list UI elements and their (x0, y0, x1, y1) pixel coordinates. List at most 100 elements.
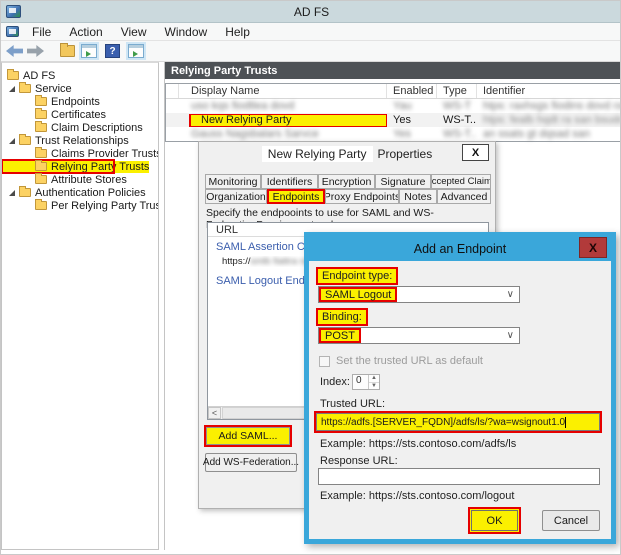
table-row-new-relying-party[interactable]: New Relying Party Yes WS-T... htps: feal… (166, 113, 621, 127)
folder-icon (19, 84, 31, 93)
tree-item-trust-relationships[interactable]: Trust Relationships (2, 134, 158, 147)
redacted-text: htps: fealb hqdt ra san bsudqnlb ... (477, 114, 621, 126)
endpoint-type-label: Endpoint type: (316, 267, 398, 285)
default-url-checkbox-label: Set the trusted URL as default (336, 355, 483, 367)
icon-column-header (166, 84, 179, 98)
folder-icon (35, 162, 47, 171)
toolbar: ? (1, 41, 621, 62)
redacted-text: Gauss Nagsbalars Sarvce (179, 128, 387, 140)
properties-title-suffix: Properties (378, 147, 433, 161)
properties-dialog-title: New Relying Party Properties (199, 142, 495, 166)
tab-signature[interactable]: Signature (375, 174, 431, 189)
endpoint-type-dropdown[interactable]: SAML Logout ∨ (318, 286, 520, 303)
add-saml-button[interactable]: Add SAML... (204, 425, 292, 447)
tab-endpoints[interactable]: Endpoints (267, 189, 325, 204)
redacted-text: uso kqs fiodtlea dovd (179, 100, 387, 112)
close-icon[interactable]: X (579, 237, 607, 258)
menu-action[interactable]: Action (60, 23, 111, 40)
new-window-icon[interactable] (128, 44, 144, 58)
menu-window[interactable]: Window (156, 23, 217, 40)
tab-accepted-claims[interactable]: Accepted Claims (431, 174, 491, 189)
response-url-input[interactable] (318, 468, 600, 485)
expanded-triangle-icon[interactable] (9, 86, 15, 92)
table-row[interactable]: Gauss Nagsbalars Sarvce Yes WS-T... an s… (166, 127, 621, 141)
chevron-down-icon: ∨ (507, 330, 514, 341)
close-icon[interactable]: X (462, 144, 489, 161)
ok-button[interactable]: OK (471, 510, 518, 531)
tree-item-certificates[interactable]: Certificates (2, 108, 158, 121)
export-list-icon[interactable] (60, 45, 75, 57)
tab-organization[interactable]: Organization (205, 189, 267, 204)
menu-view[interactable]: View (112, 23, 156, 40)
stepper-arrows-icon[interactable]: ▲▼ (368, 375, 379, 389)
window-titlebar: AD FS (1, 1, 621, 23)
folder-icon (35, 201, 47, 210)
console-tree: AD FS Service Endpoints Certificates Cla… (1, 62, 159, 550)
menu-help[interactable]: Help (216, 23, 259, 40)
index-label: Index: (320, 376, 350, 388)
menu-file[interactable]: File (23, 23, 60, 40)
forward-icon[interactable] (27, 45, 44, 57)
redacted-text: Yau (387, 100, 437, 112)
redacted-text: an ssats gt dqsad san (477, 128, 621, 140)
add-ws-federation-button[interactable]: Add WS-Federation... (205, 453, 297, 472)
binding-value: POST (319, 328, 361, 343)
relying-party-trusts-table: Display Name Enabled Type Identifier uso… (165, 83, 621, 142)
cancel-button[interactable]: Cancel (542, 510, 600, 531)
folder-icon (35, 110, 47, 119)
trusted-url-input[interactable]: https://adfs.[SERVER_FQDN]/adfs/ls/?wa=w… (314, 411, 602, 433)
endpoint-type-value: SAML Logout (319, 287, 397, 302)
redacted-text: WS-T (437, 100, 477, 112)
trusted-url-example: Example: https://sts.contoso.com/adfs/ls (320, 438, 516, 450)
tree-item-per-relying-party-trust[interactable]: Per Relying Party Trust (2, 199, 158, 212)
trusted-url-label: Trusted URL: (320, 398, 385, 410)
expanded-triangle-icon[interactable] (9, 138, 15, 144)
column-enabled[interactable]: Enabled (387, 84, 437, 98)
checkbox-icon[interactable] (319, 356, 330, 367)
menu-bar: File Action View Window Help (1, 23, 621, 41)
console-icon (6, 26, 19, 37)
response-url-example: Example: https://sts.contoso.com/logout (320, 490, 514, 502)
tree-item-authentication-policies[interactable]: Authentication Policies (2, 186, 158, 199)
tab-encryption[interactable]: Encryption (318, 174, 375, 189)
binding-label: Binding: (316, 308, 368, 326)
folder-icon (19, 188, 31, 197)
redacted-text: htps: raxhsgs fiodins dovd rapd (477, 100, 621, 112)
folder-icon (35, 97, 47, 106)
binding-dropdown[interactable]: POST ∨ (318, 327, 520, 344)
expanded-triangle-icon[interactable] (9, 190, 15, 196)
folder-icon (7, 71, 19, 80)
show-console-tree-icon[interactable] (81, 44, 97, 58)
tree-item-claims-provider-trusts[interactable]: Claims Provider Trusts (2, 147, 158, 160)
tab-proxy-endpoints[interactable]: Proxy Endpoints (325, 189, 399, 204)
tree-item-attribute-stores[interactable]: Attribute Stores (2, 173, 158, 186)
table-header-row: Display Name Enabled Type Identifier (166, 84, 621, 99)
tab-row-1: Monitoring Identifiers Encryption Signat… (205, 174, 491, 189)
folder-icon (35, 149, 47, 158)
tree-item-claim-descriptions[interactable]: Claim Descriptions (2, 121, 158, 134)
chevron-down-icon: ∨ (507, 289, 514, 300)
tree-item-endpoints[interactable]: Endpoints (2, 95, 158, 108)
tree-item-service[interactable]: Service (2, 82, 158, 95)
column-identifier[interactable]: Identifier (477, 84, 621, 98)
tree-item-adfs-root[interactable]: AD FS (2, 69, 158, 82)
tab-monitoring[interactable]: Monitoring (205, 174, 261, 189)
column-display-name[interactable]: Display Name (179, 84, 387, 98)
scroll-left-icon[interactable]: < (208, 407, 221, 419)
tree-item-relying-party-trusts[interactable]: Relying Party Trusts (2, 160, 114, 173)
type-value: WS-T... (437, 114, 477, 126)
folder-icon (35, 123, 47, 132)
add-endpoint-dialog: Add an Endpoint X Endpoint type: SAML Lo… (304, 232, 616, 544)
tab-identifiers[interactable]: Identifiers (261, 174, 318, 189)
window-title: AD FS (1, 5, 621, 19)
enabled-value: Yes (387, 114, 437, 126)
back-icon[interactable] (6, 45, 23, 57)
tab-advanced[interactable]: Advanced (437, 189, 491, 204)
column-type[interactable]: Type (437, 84, 477, 98)
index-stepper[interactable]: 0 ▲▼ (352, 374, 380, 390)
tab-row-2: Organization Endpoints Proxy Endpoints N… (205, 189, 491, 204)
help-icon[interactable]: ? (105, 44, 120, 58)
default-url-checkbox-row: Set the trusted URL as default (319, 355, 483, 367)
tab-notes[interactable]: Notes (399, 189, 437, 204)
table-row[interactable]: uso kqs fiodtlea dovd Yau WS-T htps: rax… (166, 99, 621, 113)
